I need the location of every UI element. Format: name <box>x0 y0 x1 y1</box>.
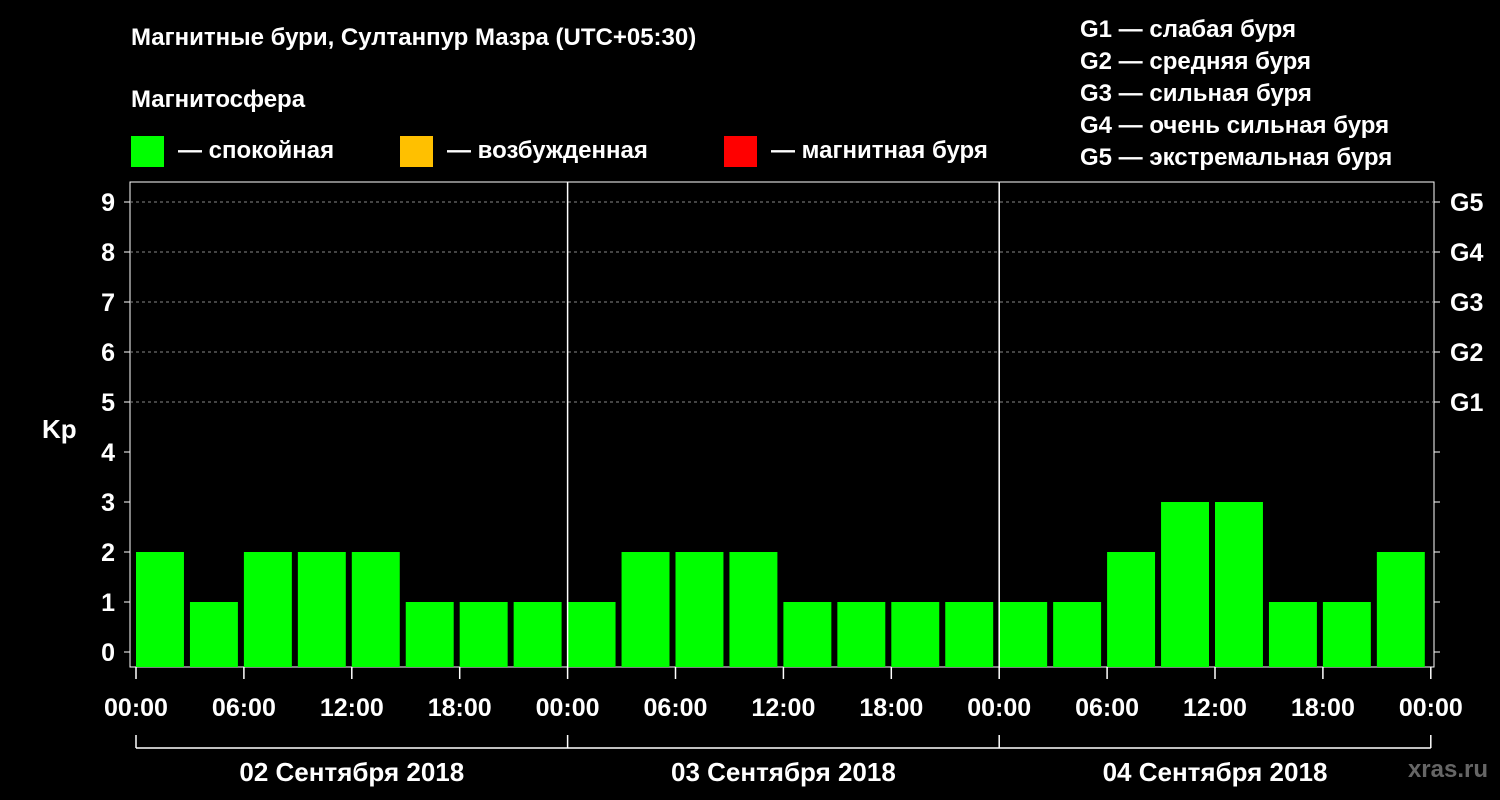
xtick-label-4: 00:00 <box>536 694 600 722</box>
bar-9 <box>621 552 670 667</box>
ytick-label-7: 7 <box>101 289 115 317</box>
bar-14 <box>891 602 940 667</box>
ytick-label-1: 1 <box>101 589 115 617</box>
y-axis-label: Kp <box>42 414 77 444</box>
bar-19 <box>1161 502 1209 667</box>
bar-23 <box>1376 552 1425 667</box>
xtick-label-2: 12:00 <box>320 694 384 722</box>
bar-5 <box>405 602 454 667</box>
bar-4 <box>351 552 400 667</box>
bar-15 <box>945 602 994 667</box>
bar-7 <box>513 602 562 667</box>
xtick-label-9: 06:00 <box>1075 694 1139 722</box>
bar-16 <box>999 602 1048 667</box>
bar-1 <box>189 602 238 667</box>
kp-chart: 0 1 2 3 4 5 6 7 8 9 G1 G2 G3 G4 G5 Kp 00:00 06:00 12:00 18:… <box>42 181 1483 787</box>
xtick-label-6: 12:00 <box>751 694 815 722</box>
ytick-label-0: 0 <box>101 639 115 667</box>
ytick-label-2: 2 <box>101 539 115 567</box>
xtick-label-12: 00:00 <box>1399 694 1463 722</box>
xtick-label-3: 18:00 <box>428 694 492 722</box>
day-label-1: 03 Сентября 2018 <box>671 757 896 787</box>
ytick-label-6: 6 <box>101 339 115 367</box>
ytick-label-3: 3 <box>101 489 115 517</box>
g-tick-label-g5: G5 <box>1450 189 1483 217</box>
day-label-2: 04 Сентября 2018 <box>1103 757 1328 787</box>
xtick-label-11: 18:00 <box>1291 694 1355 722</box>
g-tick-label-g1: G1 <box>1450 389 1483 417</box>
day-label-0: 02 Сентября 2018 <box>239 757 464 787</box>
g-tick-label-g3: G3 <box>1450 289 1483 317</box>
xtick-label-0: 00:00 <box>104 694 168 722</box>
bar-21 <box>1268 602 1317 667</box>
bar-17 <box>1053 602 1102 667</box>
xtick-label-1: 06:00 <box>212 694 276 722</box>
bar-18 <box>1107 552 1156 667</box>
bar-11 <box>729 552 778 667</box>
bar-10 <box>675 552 724 667</box>
g-tick-label-g4: G4 <box>1450 239 1483 267</box>
bar-3 <box>297 552 346 667</box>
bar-0 <box>136 552 184 667</box>
bar-8 <box>567 602 616 667</box>
ytick-label-5: 5 <box>101 389 115 417</box>
watermark: xras.ru <box>1407 756 1488 783</box>
ytick-label-9: 9 <box>101 189 115 217</box>
bar-13 <box>837 602 886 667</box>
bar-20 <box>1215 502 1263 667</box>
xtick-label-8: 00:00 <box>967 694 1031 722</box>
bar-22 <box>1322 602 1371 667</box>
g-tick-label-g2: G2 <box>1450 339 1483 367</box>
ytick-label-4: 4 <box>101 439 115 467</box>
ytick-label-8: 8 <box>101 239 115 267</box>
bar-6 <box>459 602 508 667</box>
bar-12 <box>783 602 832 667</box>
bar-2 <box>243 552 292 667</box>
xtick-label-5: 06:00 <box>644 694 708 722</box>
xtick-label-10: 12:00 <box>1183 694 1247 722</box>
xtick-label-7: 18:00 <box>859 694 923 722</box>
